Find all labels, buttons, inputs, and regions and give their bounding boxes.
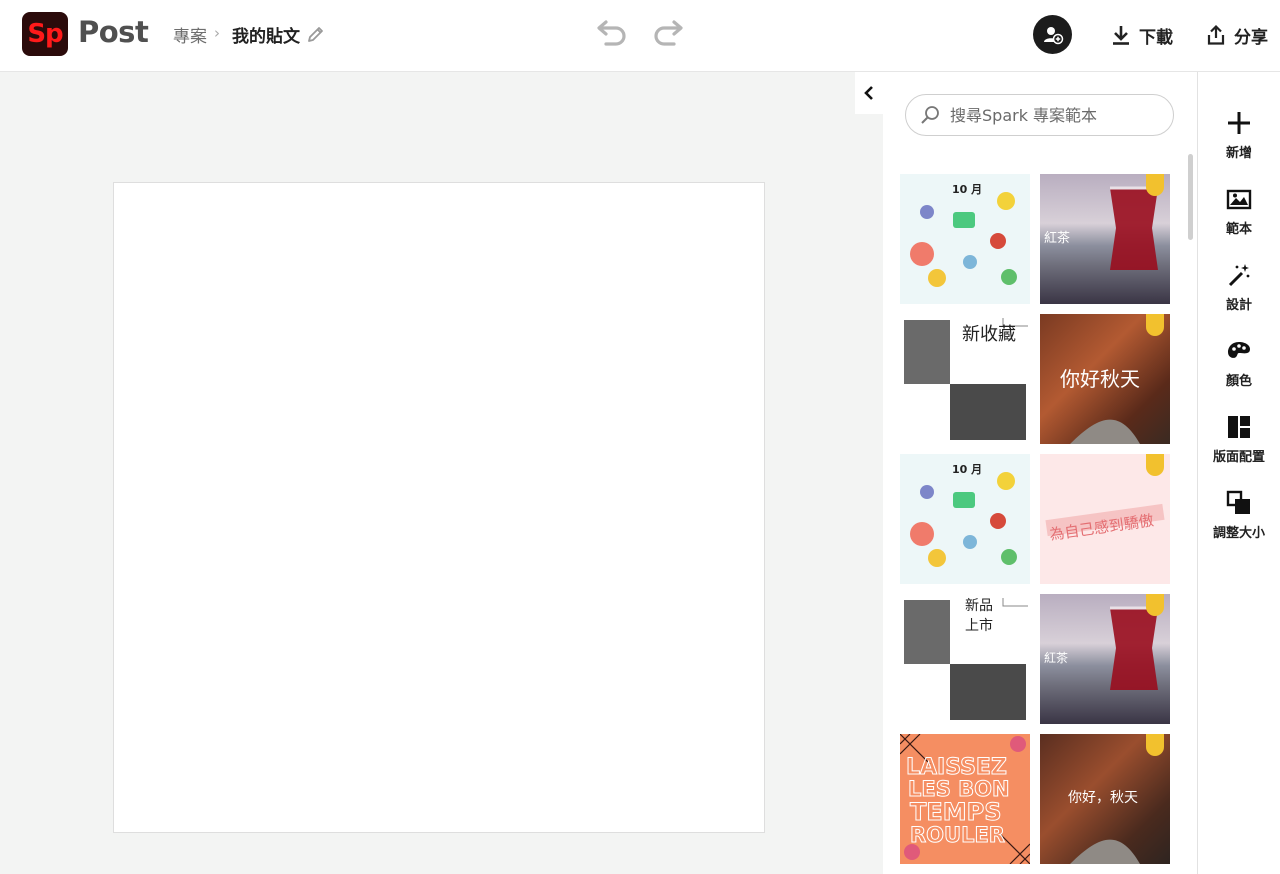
template-laissez-les-bons-temps[interactable]: LAISSEZ LES BON TEMPS ROULER: [900, 734, 1030, 864]
template-new-product[interactable]: 新品 上市: [900, 594, 1030, 724]
layout-icon: [1228, 416, 1250, 438]
top-bar: Sp Post 專案 › 我的貼文 下載 分享: [0, 0, 1280, 72]
svg-text:10 月: 10 月: [952, 463, 982, 476]
rail-resize-label: 調整大小: [1212, 526, 1265, 541]
share-icon: [1207, 24, 1225, 45]
edit-title-pencil-icon[interactable]: [306, 24, 326, 44]
panel-gutter: [855, 114, 883, 874]
premium-crown-icon: [1146, 594, 1164, 616]
search-icon: [921, 106, 939, 124]
panel-scrollbar[interactable]: [1188, 154, 1193, 240]
template-goals-art: 10 月: [910, 183, 1017, 287]
template-goals-october-a[interactable]: 10 月: [900, 174, 1030, 304]
share-label: 分享: [1234, 27, 1268, 48]
tool-rail: 新增 範本 設計 顏色 版面配置 調整大小: [1198, 72, 1280, 874]
svg-text:ROULER: ROULER: [910, 823, 1005, 847]
project-title[interactable]: 我的貼文: [232, 22, 300, 47]
template-search[interactable]: [905, 94, 1174, 136]
template-laissez-art: LAISSEZ LES BON TEMPS ROULER: [900, 734, 1030, 864]
rail-add-button[interactable]: 新增: [1198, 110, 1280, 170]
svg-text:紅茶: 紅茶: [1044, 230, 1070, 246]
svg-text:TEMPS: TEMPS: [910, 798, 1002, 826]
template-be-proud[interactable]: 為自己感到驕傲: [1040, 454, 1170, 584]
logo-text: Sp: [27, 19, 63, 49]
rail-colors-button[interactable]: 顏色: [1198, 338, 1280, 398]
svg-text:你好秋天: 你好秋天: [1060, 367, 1140, 391]
design-canvas[interactable]: [113, 182, 765, 833]
svg-text:你好，秋天: 你好，秋天: [1068, 790, 1138, 806]
search-input[interactable]: [950, 105, 1150, 125]
share-button[interactable]: 分享: [1206, 20, 1268, 50]
template-red-tea-a[interactable]: 紅茶: [1040, 174, 1170, 304]
rail-resize-button[interactable]: 調整大小: [1198, 490, 1280, 550]
template-red-tea-b[interactable]: 紅茶: [1040, 594, 1170, 724]
product-name: Post: [78, 15, 149, 49]
redo-icon[interactable]: [650, 18, 686, 48]
template-goals-october-b[interactable]: 10 月: [900, 454, 1030, 584]
download-icon: [1113, 26, 1129, 45]
invite-collaborator-button[interactable]: [1033, 15, 1072, 54]
svg-text:新品: 新品: [965, 598, 993, 614]
template-goals-art: 10 月: [910, 463, 1017, 567]
spark-post-editor: Sp Post 專案 › 我的貼文 下載 分享 搜尋Spark 專案範本 10 …: [0, 0, 1280, 874]
magic-wand-icon: [1228, 264, 1250, 287]
template-new-collection[interactable]: 新收藏: [900, 314, 1030, 444]
breadcrumb-projects[interactable]: 專案: [173, 22, 207, 47]
template-collection-art: 新收藏: [904, 318, 1028, 440]
undo-icon[interactable]: [594, 18, 630, 48]
rail-layout-button[interactable]: 版面配置: [1198, 414, 1280, 474]
plus-icon: [1228, 112, 1250, 134]
premium-crown-icon: [1146, 454, 1164, 476]
premium-crown-icon: [1146, 174, 1164, 196]
template-panel: 10 月 紅茶 新收藏 你好秋天: [883, 72, 1197, 874]
app-logo[interactable]: Sp: [22, 12, 68, 56]
download-button[interactable]: 下載: [1111, 20, 1173, 50]
rail-layout-label: 版面配置: [1212, 450, 1265, 465]
template-icon: [1226, 189, 1252, 210]
palette-icon: [1228, 342, 1250, 358]
svg-text:紅茶: 紅茶: [1044, 650, 1068, 665]
add-person-icon: [1043, 26, 1063, 44]
chevron-left-icon: [864, 86, 873, 100]
svg-text:10 月: 10 月: [952, 183, 982, 196]
collapse-panel-button[interactable]: [855, 72, 883, 114]
rail-colors-label: 顏色: [1225, 374, 1252, 389]
premium-crown-icon: [1146, 734, 1164, 756]
canvas-area: [0, 72, 855, 874]
premium-crown-icon: [1146, 314, 1164, 336]
rail-design-button[interactable]: 設計: [1198, 262, 1280, 322]
download-label: 下載: [1139, 27, 1173, 48]
template-product-art: 新品 上市: [904, 598, 1028, 720]
svg-text:新收藏: 新收藏: [962, 324, 1016, 345]
rail-add-label: 新增: [1225, 146, 1252, 161]
breadcrumb-separator: ›: [214, 24, 220, 42]
rail-templates-label: 範本: [1225, 222, 1252, 237]
template-hello-autumn-a[interactable]: 你好秋天: [1040, 314, 1170, 444]
rail-templates-button[interactable]: 範本: [1198, 186, 1280, 246]
template-hello-autumn-b[interactable]: 你好，秋天: [1040, 734, 1170, 864]
svg-text:上市: 上市: [965, 617, 993, 634]
resize-icon: [1226, 490, 1250, 514]
rail-design-label: 設計: [1225, 298, 1252, 313]
